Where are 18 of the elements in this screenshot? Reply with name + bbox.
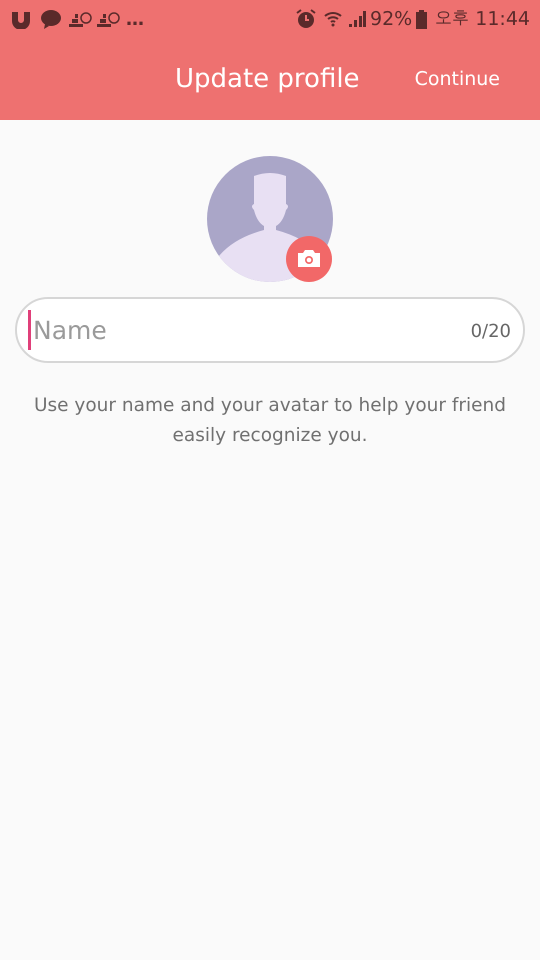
app-icon [10,9,32,29]
wifi-icon [324,10,342,28]
camera-icon[interactable] [286,236,332,282]
screen-title: Update profile [175,62,360,96]
battery-percentage: 92% [370,6,412,32]
character-counter: 0/20 [470,320,511,344]
continue-button[interactable]: Continue [414,64,500,94]
notification-icon [68,10,92,28]
battery-icon [416,10,428,28]
overflow-indicator: … [126,8,144,32]
text-cursor [28,310,31,350]
time-period: 오후 [435,7,470,30]
signal-icon [348,10,366,28]
notification-icon [96,10,120,28]
clock: 11:44 [475,6,530,32]
alarm-icon [296,9,316,29]
helper-text: Use your name and your avatar to help your friend easily recognize you. [32,394,508,448]
chat-bubble-icon [40,9,62,29]
